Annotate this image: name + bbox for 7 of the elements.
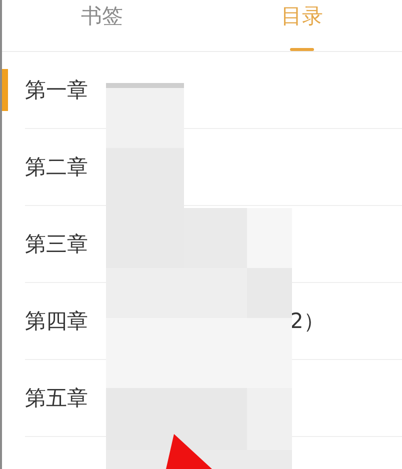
chapter-item[interactable]: 第五章 [25, 382, 88, 414]
chapter-item[interactable]: 第四章 [25, 306, 88, 338]
arrow-icon [166, 434, 214, 469]
chapter-title-fragment: 2） [290, 308, 324, 335]
chapter-item[interactable]: 第一章 [25, 74, 88, 106]
chapter-item[interactable]: 第二章 [25, 152, 88, 184]
chapter-item[interactable]: 第三章 [25, 228, 88, 260]
